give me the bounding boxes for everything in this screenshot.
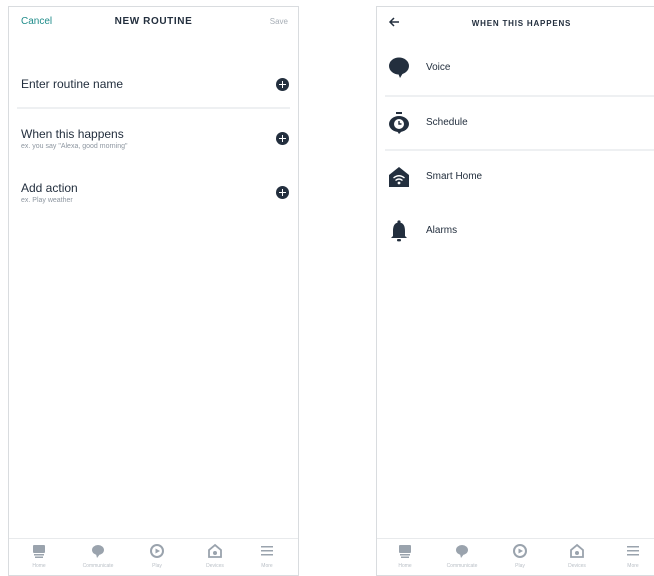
play-icon [513,544,527,558]
menu-icon [261,546,273,556]
add-action-hint: ex. Play weather [21,197,73,204]
voice-icon [389,57,409,78]
add-action-label: Add action [21,181,78,195]
nav-devices[interactable]: Devices [195,543,235,569]
nav-home[interactable]: Home [385,543,425,569]
nav-label: Devices [206,563,224,569]
routine-name-row[interactable]: Enter routine name [9,71,298,111]
devices-house-icon [570,543,584,558]
trigger-alarms[interactable]: Alarms [377,211,654,251]
add-trigger-icon[interactable] [276,132,289,145]
when-this-happens-header: WHEN THIS HAPPENS [377,7,654,35]
bottom-nav: Home Communicate Play Devices More [377,538,654,575]
devices-house-icon [208,543,222,558]
nav-label: Play [152,563,162,569]
nav-label: Home [32,563,46,569]
add-action-icon[interactable] [276,186,289,199]
trigger-voice[interactable]: Voice [377,48,654,88]
trigger-label: Voice [426,62,451,73]
home-list-icon [399,545,411,558]
chat-bubble-icon [92,545,104,558]
add-action-row[interactable]: Add action ex. Play weather [9,177,298,217]
nav-play[interactable]: Play [500,543,540,569]
nav-more[interactable]: More [613,543,653,569]
divider [17,107,290,109]
page-title: NEW ROUTINE [114,16,193,27]
menu-icon [627,546,639,556]
when-this-happens-label: When this happens [21,127,124,141]
alarm-bell-icon [391,220,407,242]
when-this-happens-hint: ex. you say "Alexa, good morning" [21,143,128,150]
play-icon [150,544,164,558]
schedule-icon [389,112,409,134]
nav-label: More [627,563,639,569]
nav-label: Devices [568,563,586,569]
trigger-label: Alarms [426,225,458,236]
save-button[interactable]: Save [270,17,288,26]
add-routine-name-icon[interactable] [276,78,289,91]
nav-label: Play [515,563,525,569]
smart-home-icon [389,167,409,187]
home-list-icon [33,545,45,558]
divider [385,95,654,97]
nav-more[interactable]: More [247,543,287,569]
when-this-happens-row[interactable]: When this happens ex. you say "Alexa, go… [9,123,298,163]
nav-home[interactable]: Home [19,543,59,569]
nav-label: Communicate [82,563,114,569]
nav-communicate[interactable]: Communicate [442,543,482,569]
chat-bubble-icon [456,545,468,558]
divider [385,149,654,151]
trigger-smart-home[interactable]: Smart Home [377,157,654,197]
page-title: WHEN THIS HAPPENS [471,19,572,28]
nav-label: More [261,563,273,569]
trigger-label: Schedule [426,117,468,128]
nav-label: Home [398,563,412,569]
trigger-schedule[interactable]: Schedule [377,103,654,143]
new-routine-screen: Cancel NEW ROUTINE Save Enter routine na… [8,6,299,576]
new-routine-header: Cancel NEW ROUTINE Save [9,7,298,35]
nav-communicate[interactable]: Communicate [78,543,118,569]
when-this-happens-screen: WHEN THIS HAPPENS Voice Schedule Smart H… [376,6,654,576]
nav-devices[interactable]: Devices [557,543,597,569]
nav-play[interactable]: Play [137,543,177,569]
routine-name-label: Enter routine name [21,77,124,91]
nav-label: Communicate [446,563,478,569]
bottom-nav: Home Communicate Play Devices More [9,538,298,575]
trigger-label: Smart Home [426,171,483,182]
